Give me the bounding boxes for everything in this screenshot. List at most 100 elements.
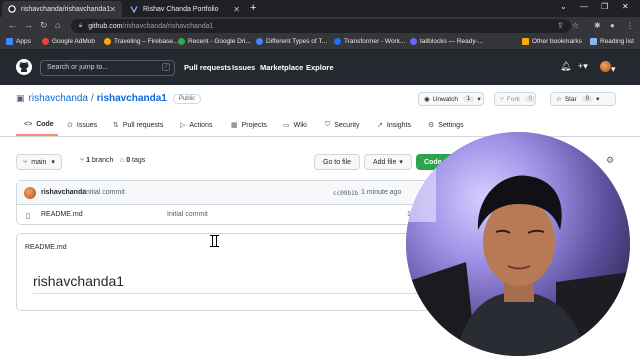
chevron-down-icon: ▾ [51, 159, 55, 166]
github-search-input[interactable]: Search or jump to... / [40, 60, 175, 76]
create-new-plus-icon[interactable]: +▾ [578, 61, 588, 72]
bookmark-label: tailblocks — Ready-... [420, 38, 484, 45]
tags-link[interactable]: ⌂ 0 tags [120, 157, 145, 164]
close-tab-icon[interactable]: ✕ [109, 5, 116, 14]
firebase-icon [104, 38, 111, 45]
minimize-icon[interactable]: — [580, 2, 588, 11]
bookmark-google-drive[interactable]: Recent - Google Dri... [178, 38, 251, 45]
drive-icon [178, 38, 185, 45]
tab-label: Insights [386, 121, 411, 129]
tab-insights[interactable]: ↗ Insights [377, 121, 411, 130]
fork-icon: ⑂ [500, 95, 504, 103]
commit-time: 1 minute ago [361, 189, 402, 196]
tab-label: Pull requests [122, 121, 164, 129]
search-placeholder: Search or jump to... [47, 64, 109, 71]
commit-author[interactable]: rishavchanda [41, 189, 86, 196]
bookmark-firebase[interactable]: Traveling – Firebase... [104, 38, 178, 45]
unwatch-button[interactable]: ◉ Unwatch 1 ▾ [418, 92, 484, 106]
new-tab-icon[interactable]: + [250, 2, 256, 14]
tab-label: Wiki [293, 121, 307, 129]
go-to-file-button[interactable]: Go to file [314, 154, 361, 170]
issue-circle-icon: ⊙ [67, 122, 73, 129]
share-icon[interactable]: ⇪ [557, 21, 564, 30]
bookmark-star-icon[interactable]: ☆ [572, 21, 579, 30]
chrome-menu-icon[interactable]: ⋮ [626, 21, 634, 30]
nav-issues[interactable]: Issues [232, 63, 255, 72]
nav-pull-requests[interactable]: Pull requests [184, 63, 231, 72]
reload-icon[interactable]: ↻ [40, 20, 48, 31]
file-icon: ▯ [26, 211, 31, 220]
gear-icon: ⚙ [428, 122, 435, 129]
fork-button[interactable]: ⑂ Fork 0 [494, 92, 537, 106]
url-path: /rishavchanda/rishavchanda1 [122, 22, 214, 30]
address-bar[interactable]: 🔒︎ github.com/rishavchanda/rishavchanda1 [71, 19, 571, 33]
repo-icon: ▣ [16, 93, 25, 103]
maximize-icon[interactable]: ❐ [601, 2, 608, 11]
tab-issues[interactable]: ⊙ Issues [67, 121, 98, 130]
code-icon: <> [24, 121, 33, 128]
home-icon[interactable]: ⌂ [55, 20, 60, 30]
branches-link[interactable]: ⑂ 1 branch [80, 157, 113, 164]
url-host: github.com [88, 22, 123, 30]
notifications-bell-icon[interactable]: 🔔︎ [560, 61, 571, 72]
fork-count: 0 [524, 96, 537, 102]
commit-sha[interactable]: cc09b1b [333, 190, 358, 197]
tab-settings[interactable]: ⚙ Settings [428, 121, 464, 130]
pull-request-icon: ⇅ [113, 122, 119, 129]
table-row[interactable]: ▯ README.md Initial commit 1 [17, 205, 435, 225]
profile-avatar-icon[interactable]: ● [610, 21, 615, 30]
branches-label: branch [92, 157, 114, 164]
close-tab-icon[interactable]: ✕ [233, 5, 240, 14]
bookmark-tailblocks[interactable]: tailblocks — Ready-... [410, 38, 483, 45]
bookmark-transformer[interactable]: Transformer - Work... [334, 38, 405, 45]
commit-author-avatar[interactable] [24, 187, 36, 199]
bookmark-apps[interactable]: Apps [6, 38, 31, 45]
tab-search-chevron-icon[interactable]: ⌄ [560, 2, 567, 11]
bookmark-label: Recent - Google Dri... [188, 38, 251, 45]
repo-settings-gear-icon[interactable]: ⚙ [606, 155, 614, 166]
add-file-button[interactable]: Add file ▾ [364, 154, 412, 170]
tab-projects[interactable]: ▦ Projects [231, 121, 267, 130]
admob-icon [42, 38, 49, 45]
tab-code[interactable]: <> Code [24, 121, 54, 128]
tab-actions[interactable]: ▷ Actions [180, 121, 213, 130]
nav-marketplace[interactable]: Marketplace [260, 63, 303, 72]
nav-explore[interactable]: Explore [306, 63, 334, 72]
visibility-badge: Public [172, 93, 202, 104]
tab-wiki[interactable]: ▭ Wiki [283, 121, 307, 130]
tab-security[interactable]: ⛉ Security [325, 121, 360, 129]
tags-count: 0 [126, 157, 131, 164]
search-shortcut-badge: / [162, 63, 170, 71]
github-logo-icon[interactable] [16, 59, 32, 75]
star-count: 0 [581, 96, 594, 102]
repo-name-link[interactable]: rishavchanda1 [97, 93, 167, 104]
tab-pull-requests[interactable]: ⇅ Pull requests [113, 121, 164, 130]
branch-select-button[interactable]: ⑂ main ▾ [16, 154, 62, 170]
extensions-icon[interactable]: ✱ [594, 21, 601, 30]
repo-owner-link[interactable]: rishavchanda [29, 93, 88, 104]
star-icon: ☆ [556, 96, 562, 103]
tab-label: Security [334, 121, 360, 129]
browser-tab-github[interactable]: rishavchanda/rishavchanda1 ✕ [2, 1, 122, 17]
browser-tab-portfolio[interactable]: Rishav Chanda Portfolio ✕ [124, 1, 246, 17]
tab-label: Issues [76, 121, 98, 129]
user-avatar-icon[interactable]: ▾ [600, 61, 616, 75]
chevron-down-icon: ▾ [596, 96, 600, 103]
commit-message[interactable]: Initial commit [84, 189, 125, 196]
bookmark-other[interactable]: Other bookmarks [522, 38, 582, 45]
folder-icon [522, 38, 529, 45]
file-commit-message[interactable]: Initial commit [167, 211, 208, 218]
tab-label: Actions [189, 121, 213, 129]
bookmark-reading-list[interactable]: Reading list [590, 38, 634, 45]
latest-commit-bar: rishavchanda Initial commit cc09b1b 1 mi… [17, 181, 435, 205]
tags-label: tags [132, 157, 146, 164]
bookmark-types[interactable]: Different Types of T... [256, 38, 327, 45]
close-window-icon[interactable]: ✕ [622, 2, 629, 11]
readme-divider [33, 293, 423, 294]
active-tab-underline [16, 134, 58, 136]
star-button[interactable]: ☆ Star 0 ▾ [550, 92, 616, 106]
bookmark-admob[interactable]: Google AdMob [42, 38, 95, 45]
forward-icon[interactable]: → [24, 20, 33, 30]
back-icon[interactable]: ← [8, 20, 17, 30]
file-name[interactable]: README.md [41, 211, 83, 218]
